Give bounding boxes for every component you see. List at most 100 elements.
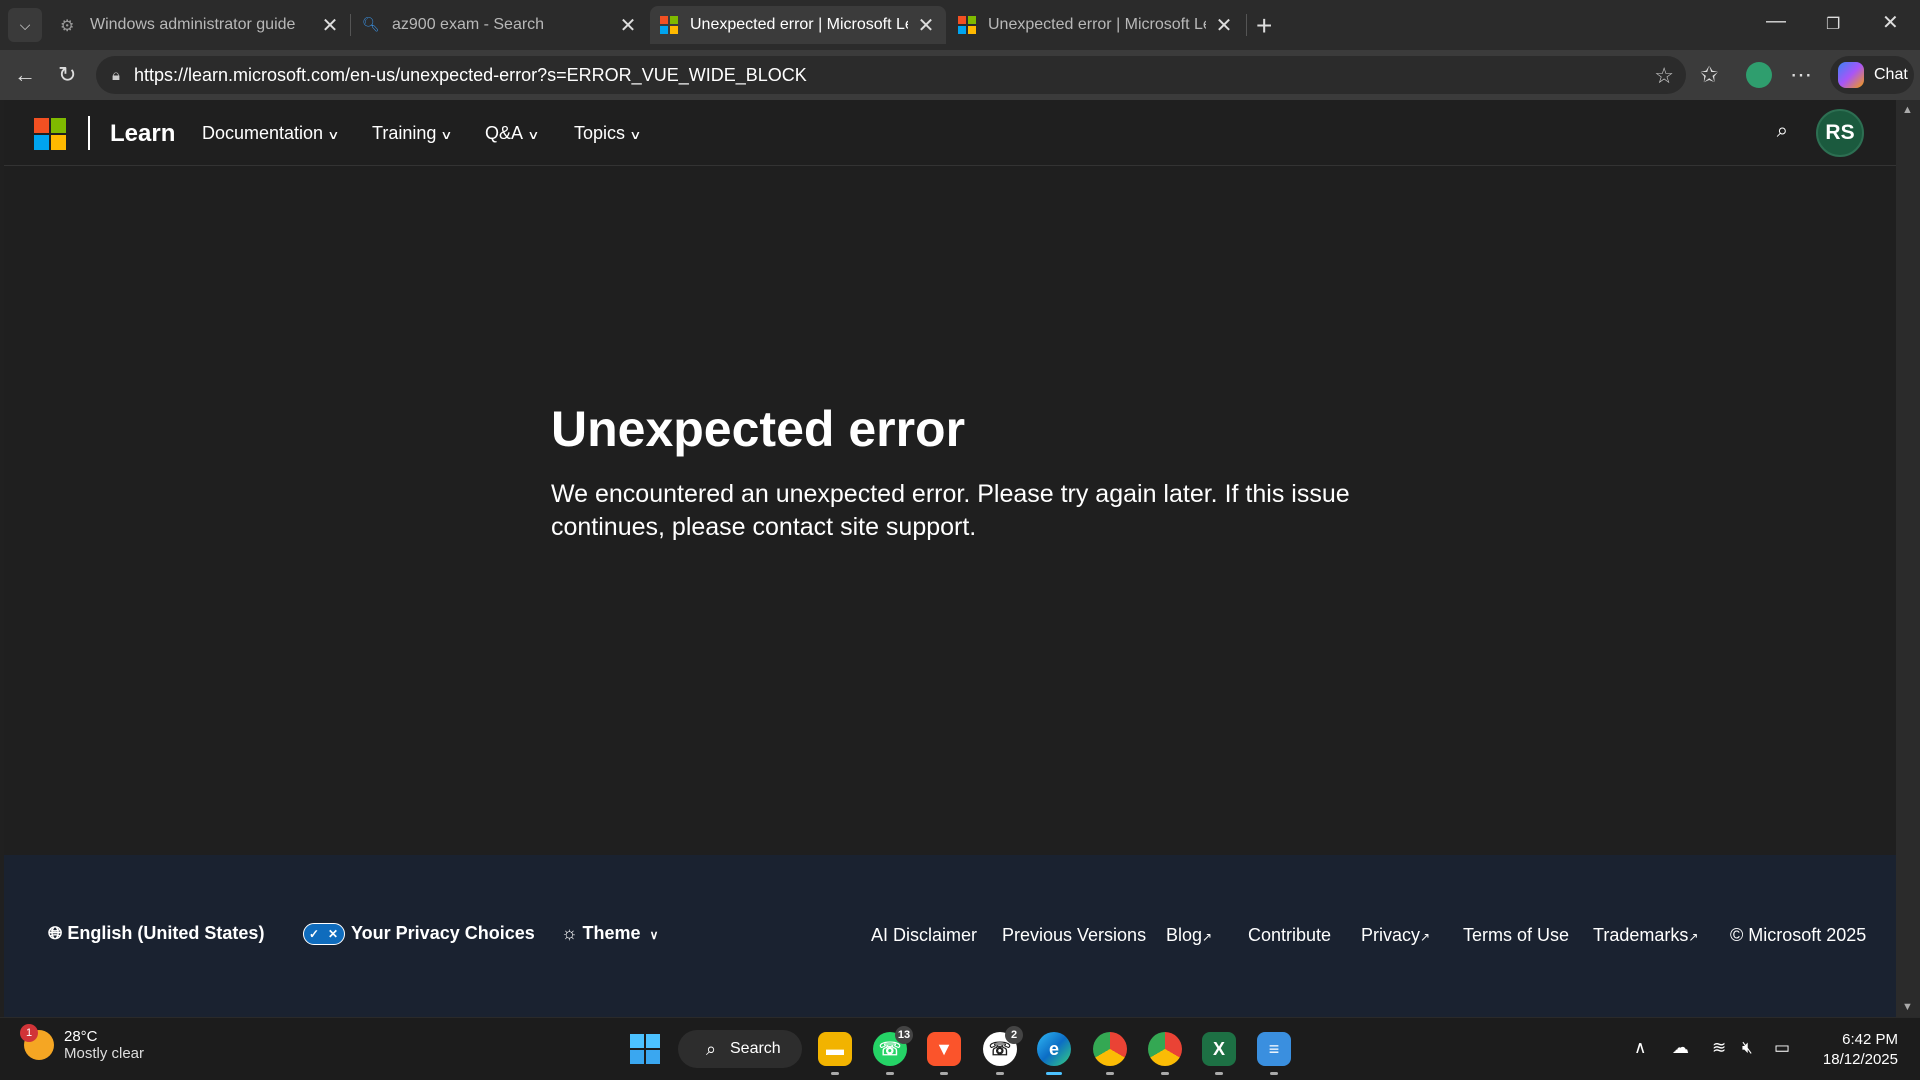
copyright: © Microsoft 2025 — [1730, 925, 1867, 945]
close-tab-icon[interactable]: ✕ — [618, 13, 638, 38]
privacy-toggle-icon: ✓ ✕ — [303, 923, 345, 946]
tab-separator — [350, 14, 351, 36]
footer-link-blog[interactable]: Blog↗ — [1166, 925, 1212, 946]
start-button[interactable] — [628, 1032, 662, 1066]
time: 6:42 PM — [1842, 1031, 1898, 1048]
microsoft-logo[interactable] — [34, 118, 66, 150]
profile-icon[interactable] — [1746, 62, 1772, 88]
windows-logo-icon — [630, 1034, 660, 1064]
nav-label: Training — [372, 123, 437, 143]
chevron-down-icon: ∨ — [649, 928, 659, 942]
whatsapp-business-icon[interactable]: ☏ 2 — [983, 1026, 1023, 1066]
browser-tab-strip: ⌵ ⚙ Windows administrator guide ✕ 🔍︎ az9… — [0, 0, 1920, 50]
nav-training[interactable]: Training ∨ — [372, 123, 453, 144]
close-tab-icon[interactable]: ✕ — [916, 13, 936, 38]
tab-windows-admin-guide[interactable]: ⚙ Windows administrator guide ✕ — [50, 6, 350, 44]
nav-documentation[interactable]: Documentation ∨ — [202, 123, 340, 144]
wifi-icon[interactable]: ≋ — [1712, 1038, 1726, 1058]
footer-link-previous-versions[interactable]: Previous Versions — [1002, 925, 1146, 946]
language-selector[interactable]: 🌐︎ English (United States) — [48, 923, 264, 944]
file-explorer-icon[interactable]: ▬ — [818, 1032, 852, 1066]
date: 18/12/2025 — [1822, 1051, 1898, 1068]
active-indicator — [1046, 1072, 1062, 1075]
footer-link-terms[interactable]: Terms of Use — [1463, 925, 1569, 946]
tab-unexpected-error-active[interactable]: Unexpected error | Microsoft Learn ✕ — [650, 6, 946, 44]
nav-qa[interactable]: Q&A ∨ — [485, 123, 540, 144]
link-label: Privacy — [1361, 925, 1421, 945]
excel-icon[interactable]: X — [1202, 1032, 1236, 1066]
site-header: Learn Documentation ∨ Training ∨ Q&A ∨ Topi… — [4, 100, 1896, 166]
unread-count-badge: 13 — [895, 1026, 913, 1044]
scroll-down-arrow[interactable]: ▼ — [1902, 1001, 1913, 1013]
chrome-icon[interactable] — [1093, 1032, 1127, 1066]
minimize-button[interactable]: — — [1766, 10, 1786, 33]
search-icon[interactable]: ⌕ — [1777, 120, 1788, 143]
learn-brand-link[interactable]: Learn — [110, 120, 175, 148]
refresh-button[interactable]: ↻ — [58, 62, 76, 88]
favorite-star-icon[interactable]: ☆ — [1654, 63, 1674, 89]
address-bar[interactable]: 🔒︎ https://learn.microsoft.com/en-us/une… — [96, 56, 1686, 94]
privacy-choices-link[interactable]: ✓ ✕ Your Privacy Choices — [303, 923, 535, 946]
header-divider — [88, 116, 90, 150]
theme-selector[interactable]: ☼ Theme ∨ — [561, 923, 658, 944]
volume-muted-icon[interactable]: 🔇︎ — [1742, 1038, 1753, 1058]
search-icon: ⌕ — [706, 1038, 717, 1059]
temperature: 28°C — [64, 1028, 98, 1045]
edge-browser-icon[interactable]: e — [1037, 1032, 1071, 1066]
battery-icon[interactable]: ▭ — [1774, 1038, 1790, 1058]
new-tab-button[interactable]: + — [1256, 10, 1272, 42]
user-avatar[interactable]: RS — [1816, 109, 1864, 157]
whatsapp-icon[interactable]: ☏ 13 — [873, 1026, 913, 1066]
footer-link-contribute[interactable]: Contribute — [1248, 925, 1331, 946]
external-link-icon: ↗ — [1688, 930, 1699, 944]
footer-link-trademarks[interactable]: Trademarks↗ — [1593, 925, 1698, 946]
footer-link-privacy[interactable]: Privacy↗ — [1361, 925, 1430, 946]
scroll-up-arrow[interactable]: ▲ — [1902, 104, 1913, 116]
nav-label: Q&A — [485, 123, 524, 143]
page-scrollbar[interactable]: ▲ ▼ — [1896, 100, 1920, 1017]
running-indicator — [1161, 1072, 1169, 1075]
chevron-down-icon: ∨ — [440, 128, 453, 142]
theme-label: Theme — [582, 923, 641, 943]
restore-button[interactable]: ❐ — [1826, 14, 1840, 34]
url-text: https://learn.microsoft.com/en-us/unexpe… — [133, 64, 807, 85]
copilot-chat-button[interactable]: Chat — [1830, 56, 1914, 94]
error-message: We encountered an unexpected error. Plea… — [551, 480, 1350, 541]
tab-actions-menu-button[interactable]: ⌵ — [8, 8, 42, 42]
windows-taskbar: 1 28°C Mostly clear ⌕ Search ▬ ☏ 13 ▼ ☏ 2 … — [0, 1017, 1920, 1080]
show-hidden-icons-chevron-up-icon[interactable]: ∧ — [1634, 1038, 1646, 1058]
weather-icon: 1 — [20, 1024, 54, 1060]
copilot-search-icon: ⚙ — [60, 18, 75, 35]
tab-separator — [1246, 14, 1247, 36]
chevron-down-icon: ∨ — [527, 128, 540, 142]
footer-link-ai-disclaimer[interactable]: AI Disclaimer — [871, 925, 977, 946]
external-link-icon: ↗ — [1420, 930, 1431, 944]
nav-topics[interactable]: Topics ∨ — [574, 123, 642, 144]
close-window-button[interactable]: ✕ — [1882, 10, 1899, 35]
chevron-down-icon: ∨ — [629, 128, 642, 142]
link-label: Blog — [1166, 925, 1203, 945]
taskbar-search[interactable]: ⌕ Search — [678, 1030, 802, 1068]
tab-az900-search[interactable]: 🔍︎ az900 exam - Search ✕ — [352, 6, 648, 44]
close-tab-icon[interactable]: ✕ — [320, 13, 340, 38]
unread-count-badge: 2 — [1005, 1026, 1023, 1044]
tab-title: Windows administrator guide — [90, 16, 296, 33]
notepad-icon[interactable]: ≡ — [1257, 1032, 1291, 1066]
weather-widget[interactable]: 1 28°C Mostly clear — [20, 1024, 144, 1062]
nav-label: Documentation — [202, 123, 324, 143]
running-indicator — [831, 1072, 839, 1075]
running-indicator — [1106, 1072, 1114, 1075]
chat-label: Chat — [1874, 66, 1908, 83]
clock[interactable]: 6:42 PM 18/12/2025 — [1823, 1030, 1898, 1070]
back-button[interactable]: ← — [14, 62, 36, 88]
site-info-icon[interactable]: 🔒︎ — [112, 67, 120, 84]
brave-browser-icon[interactable]: ▼ — [927, 1032, 961, 1066]
chrome-profile-icon[interactable] — [1148, 1032, 1182, 1066]
more-options-icon[interactable]: ⋯ — [1790, 62, 1812, 88]
onedrive-icon[interactable]: ☁ — [1672, 1038, 1689, 1058]
running-indicator — [996, 1072, 1004, 1075]
close-tab-icon[interactable]: ✕ — [1214, 13, 1234, 38]
favorites-icon[interactable]: ✩ — [1700, 62, 1718, 88]
tab-unexpected-error[interactable]: Unexpected error | Microsoft Learn ✕ — [948, 6, 1244, 44]
tab-title: az900 exam - Search — [392, 16, 545, 33]
